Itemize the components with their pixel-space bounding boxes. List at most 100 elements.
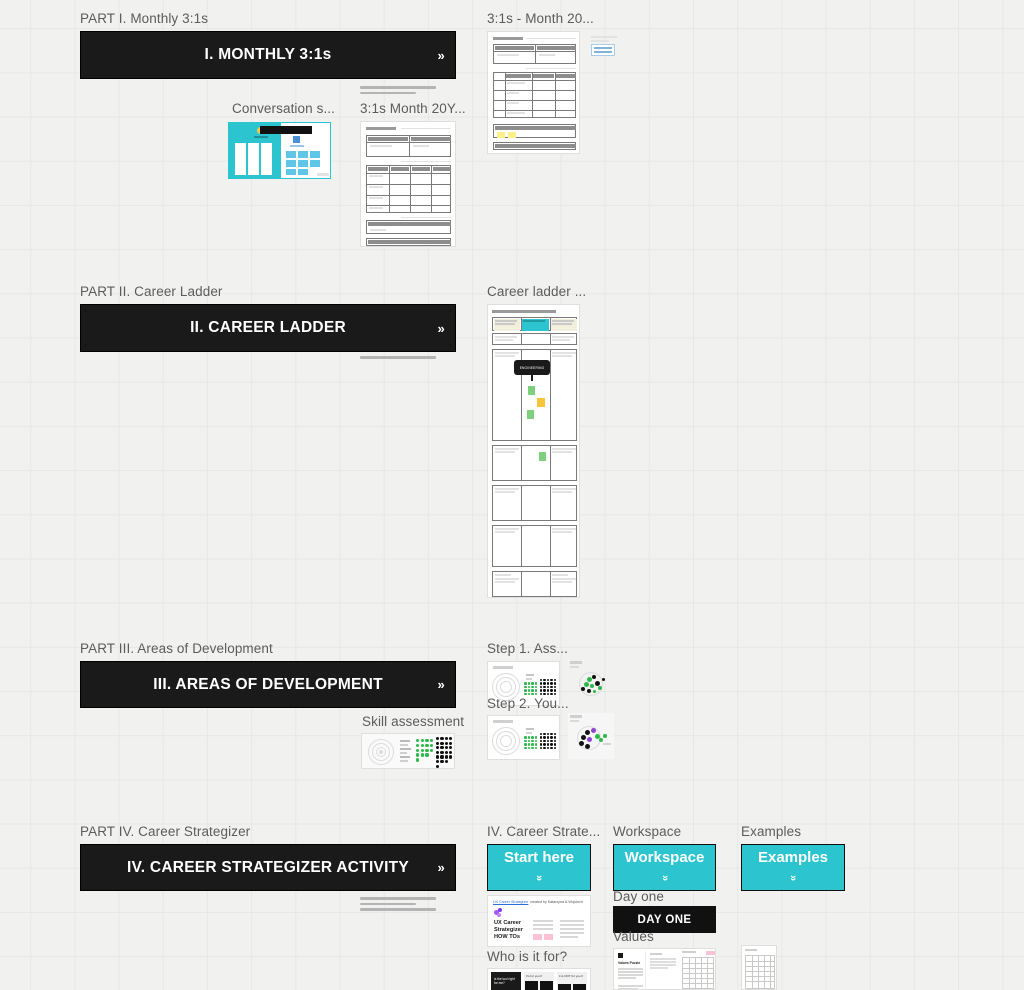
thumbnail-step-2[interactable] (487, 715, 560, 760)
assessment-dot (550, 739, 553, 743)
assessment-dot (543, 689, 546, 692)
assessment-dot (540, 733, 543, 736)
frame-title-part-2: PART II. Career Ladder (80, 284, 223, 299)
thumbnail-31s-month-doc[interactable] (487, 31, 580, 154)
assessment-dot (420, 743, 424, 748)
assessment-dot (543, 692, 546, 695)
thumbnail-career-ladder[interactable]: ENGINEERING (487, 304, 580, 598)
assessment-dot (425, 753, 429, 757)
assessment-dot (416, 739, 420, 743)
banner-label-part-2: II. CAREER LADDER (190, 319, 346, 336)
assessment-dot (546, 682, 550, 685)
assessment-dot (429, 748, 434, 752)
chevron-right-icon-part-3[interactable]: » (438, 677, 445, 692)
assessment-dot (527, 736, 531, 739)
frame-title-step-2: Step 2. You... (487, 696, 569, 711)
assessment-dot (527, 685, 531, 689)
banner-career-ladder[interactable]: II. CAREER LADDER » (80, 304, 456, 352)
assessment-dot (416, 753, 420, 757)
chevron-down-icon-examples[interactable]: » (784, 875, 803, 880)
assessment-dot (540, 679, 543, 682)
examples-button[interactable]: Examples » (741, 844, 845, 891)
assessment-dot (534, 736, 538, 739)
assessment-dot (553, 689, 556, 692)
workspace-button[interactable]: Workspace » (613, 844, 716, 891)
assessment-dot (543, 736, 546, 739)
banner-career-strategizer[interactable]: IV. CAREER STRATEGIZER ACTIVITY » (80, 844, 456, 891)
frame-title-conversation-starters: Conversation s... (232, 101, 335, 116)
assessment-dot (540, 739, 543, 743)
assessment-dot (436, 755, 440, 759)
assessment-dot (540, 746, 543, 749)
divider-lines-part-2 (360, 356, 436, 362)
values-doc-heading: Values Puzzle (618, 961, 641, 965)
thumbnail-step-2-detail[interactable] (568, 713, 614, 759)
thumbnail-examples-table[interactable] (741, 945, 777, 990)
frame-title-part-3: PART III. Areas of Development (80, 641, 273, 656)
assessment-dot (546, 733, 550, 736)
assessment-dot (550, 685, 553, 689)
how-tos-heading-3: HOW TOs (494, 934, 521, 940)
assessment-dot (453, 737, 454, 741)
assessment-dot (524, 746, 527, 750)
assessment-dot (436, 741, 440, 745)
assessment-dot (416, 743, 420, 748)
assessment-dot (550, 746, 553, 749)
thumbnail-who-is-it-for[interactable]: is the tool right for me? it's for you i… (487, 968, 591, 990)
frame-title-day-one: Day one (613, 889, 664, 904)
assessment-dot (553, 733, 556, 736)
assessment-dot (440, 746, 444, 750)
banner-label-part-1: I. MONTHLY 3:1s (204, 46, 332, 63)
assessment-dot (440, 755, 444, 759)
assessment-dot (546, 692, 550, 695)
assessment-dot (416, 758, 420, 762)
assessment-dot (524, 692, 527, 696)
thumbnail-skill-assessment[interactable] (361, 733, 455, 769)
board-canvas[interactable]: PART I. Monthly 3:1s I. MONTHLY 3:1s » C… (0, 0, 1024, 990)
divider-lines-part-4 (360, 897, 436, 914)
assessment-dot (453, 750, 454, 754)
banner-label-part-3: III. AREAS OF DEVELOPMENT (153, 675, 383, 693)
banner-monthly-31s[interactable]: I. MONTHLY 3:1s » (80, 31, 456, 79)
assessment-dot (534, 743, 538, 746)
how-tos-heading-1: UX Career (494, 920, 522, 926)
assessment-dot (527, 682, 531, 685)
chevron-down-icon-workspace[interactable]: » (655, 875, 674, 880)
assessment-dot (436, 764, 440, 768)
thumbnail-conversation-starters[interactable] (228, 122, 331, 179)
frame-title-examples: Examples (741, 824, 802, 839)
assessment-dot (531, 739, 534, 743)
assessment-dot (449, 750, 453, 754)
assessment-dot (546, 689, 550, 692)
assessment-dot (543, 743, 546, 746)
start-here-button[interactable]: Start here » (487, 844, 591, 891)
assessment-dot (440, 760, 444, 764)
assessment-dot (453, 755, 454, 759)
assessment-dot (540, 743, 543, 746)
chevron-right-icon-part-4[interactable]: » (438, 860, 445, 875)
thumbnail-step-1-detail[interactable] (568, 659, 612, 703)
thumbnail-how-tos[interactable]: UX Career Strategizer created by Katarzy… (487, 895, 591, 947)
chevron-right-icon-part-2[interactable]: » (438, 321, 445, 336)
assessment-dot (420, 753, 424, 757)
frame-title-step-1: Step 1. Ass... (487, 641, 568, 656)
assessment-dot (524, 736, 527, 739)
how-tos-link[interactable]: UX Career Strategizer (493, 900, 528, 904)
assessment-dot (444, 755, 448, 759)
assessment-dot (449, 737, 453, 741)
frame-title-part-1: PART I. Monthly 3:1s (80, 11, 209, 26)
assessment-dot (420, 739, 424, 743)
assessment-dot (527, 689, 531, 692)
chevron-down-icon-start-here[interactable]: » (530, 875, 549, 880)
assessment-dot (546, 685, 550, 689)
thumbnail-values[interactable]: Values Puzzle (613, 948, 716, 990)
assessment-dot (553, 746, 556, 749)
assessment-dot (449, 755, 453, 759)
assessment-dot (436, 746, 440, 750)
assessment-dot (540, 682, 543, 685)
assessment-dot (444, 760, 448, 764)
thumbnail-31s-month[interactable] (360, 121, 456, 247)
banner-areas-of-development[interactable]: III. AREAS OF DEVELOPMENT » (80, 661, 456, 708)
sticky-note-small-part-1[interactable] (591, 36, 617, 56)
chevron-right-icon-part-1[interactable]: » (438, 48, 445, 63)
